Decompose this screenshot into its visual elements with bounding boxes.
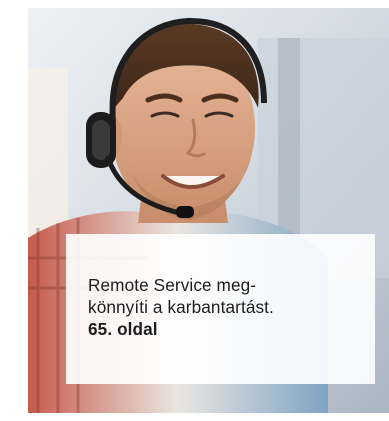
teaser-card[interactable]: Remote Service meg- könnyíti a karbantar… <box>0 0 389 421</box>
page-reference-link[interactable]: 65. oldal <box>88 318 355 340</box>
caption-line-1: Remote Service meg- <box>88 275 257 295</box>
caption-text: Remote Service meg- könnyíti a karbantar… <box>88 274 355 340</box>
caption-card: Remote Service meg- könnyíti a karbantar… <box>66 234 375 384</box>
caption-line-2: könnyíti a karbantartást. <box>88 297 274 317</box>
